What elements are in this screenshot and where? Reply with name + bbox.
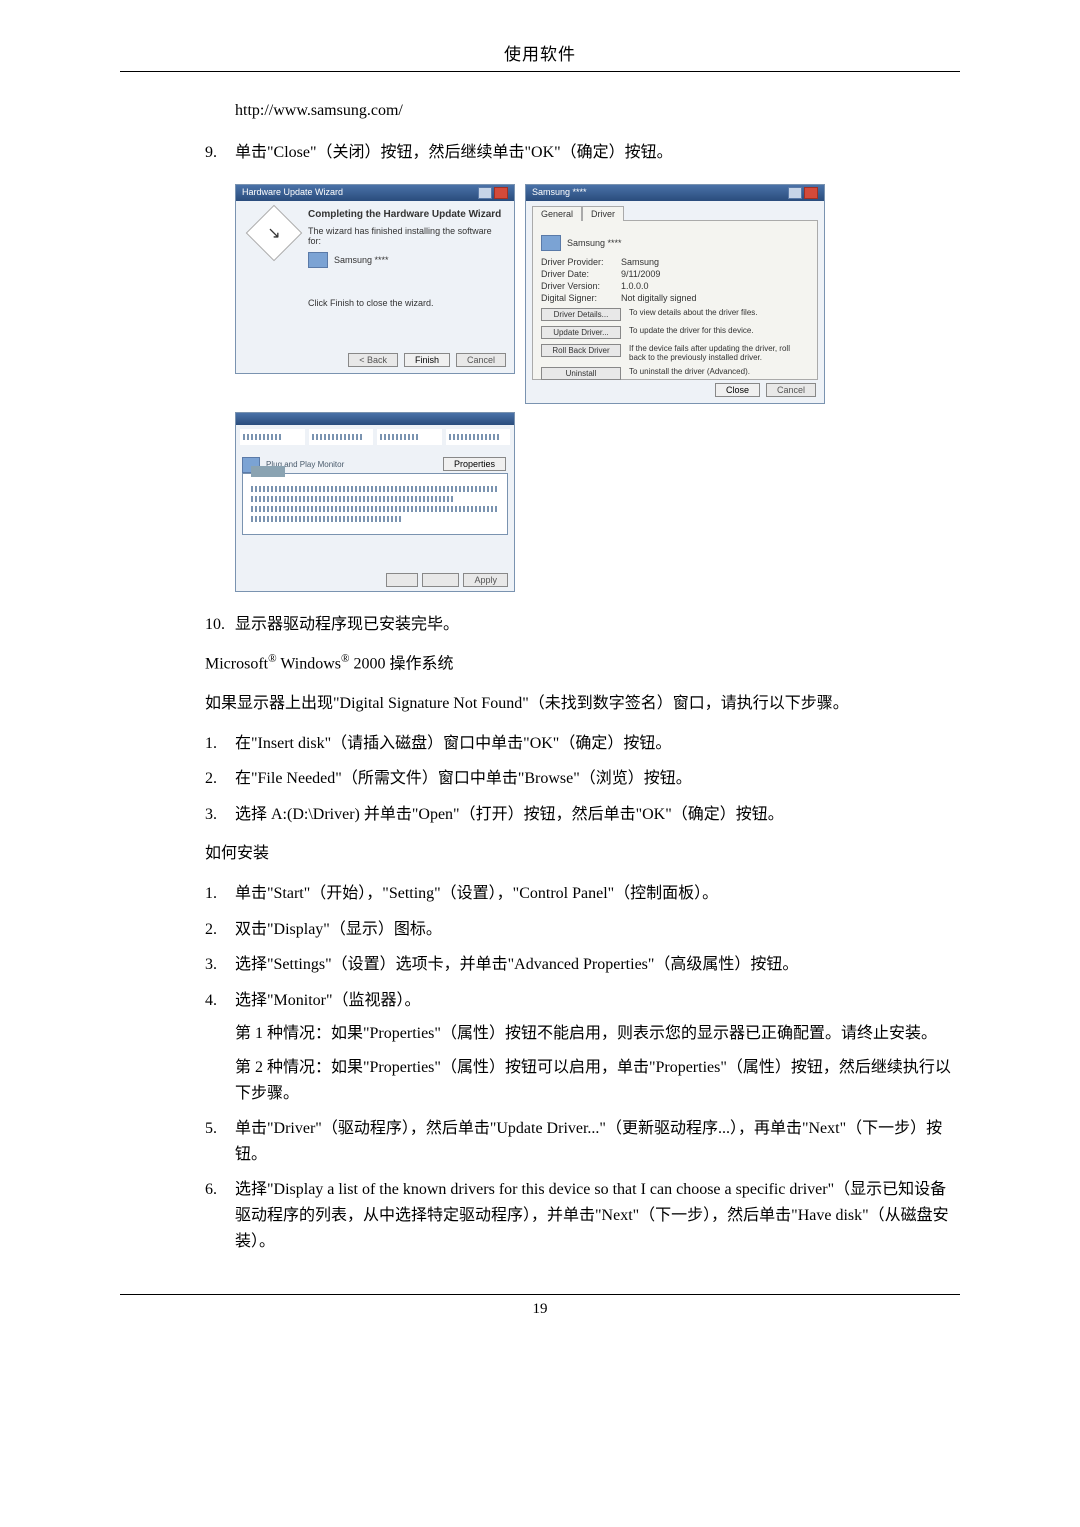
- step-item: 1. 在"Insert disk"（请插入磁盘）窗口中单击"OK"（确定）按钮。: [120, 731, 960, 757]
- tab-item: [240, 429, 305, 445]
- properties-button[interactable]: Properties: [443, 457, 506, 471]
- tab-item: [309, 429, 374, 445]
- step-number: 2.: [205, 766, 235, 792]
- dsnf-note: 如果显示器上出现"Digital Signature Not Found"（未找…: [205, 691, 960, 717]
- finish-button[interactable]: Finish: [404, 353, 450, 367]
- step-number: 9.: [205, 140, 235, 166]
- step-number: 3.: [205, 802, 235, 828]
- step-item: 9. 单击"Close"（关闭）按钮，然后继续单击"OK"（确定）按钮。: [120, 140, 960, 166]
- step-text: 选择 A:(D:\Driver) 并单击"Open"（打开）按钮，然后单击"OK…: [235, 802, 960, 828]
- step-item: 1. 单击"Start"（开始），"Setting"（设置），"Control …: [120, 881, 960, 907]
- prop-value: 1.0.0.0: [621, 281, 649, 291]
- tab-driver[interactable]: Driver: [582, 206, 624, 221]
- step-number: 10.: [205, 612, 235, 638]
- device-name: Samsung ****: [567, 238, 622, 248]
- back-button[interactable]: < Back: [348, 353, 398, 367]
- step-item: 5. 单击"Driver"（驱动程序），然后单击"Update Driver..…: [120, 1116, 960, 1167]
- close-button[interactable]: Close: [715, 383, 760, 397]
- step-number: 3.: [205, 952, 235, 978]
- download-url: http://www.samsung.com/: [235, 102, 960, 120]
- button-description: To uninstall the driver (Advanced).: [629, 367, 809, 376]
- screenshot-panel: Hardware Update Wizard ↘ Completing the …: [235, 184, 960, 592]
- step-text: 在"File Needed"（所需文件）窗口中单击"Browse"（浏览）按钮。: [235, 766, 960, 792]
- step-number: 1.: [205, 881, 235, 907]
- button-description: If the device fails after updating the d…: [629, 344, 809, 362]
- wizard-heading: Completing the Hardware Update Wizard: [308, 209, 506, 220]
- prop-value: 9/11/2009: [621, 269, 660, 279]
- prop-label: Driver Provider:: [541, 257, 621, 267]
- page-number: 19: [120, 1301, 960, 1318]
- help-icon: [478, 187, 492, 199]
- step-text: 在"Insert disk"（请插入磁盘）窗口中单击"OK"（确定）按钮。: [235, 731, 960, 757]
- tab-item: [446, 429, 511, 445]
- button-description: To update the driver for this device.: [629, 326, 809, 335]
- step-text: 单击"Driver"（驱动程序），然后单击"Update Driver..."（…: [235, 1116, 960, 1167]
- close-icon: [494, 187, 508, 199]
- monitor-icon: [541, 235, 561, 251]
- step-subtext: 第 2 种情况：如果"Properties"（属性）按钮可以启用，单击"Prop…: [235, 1055, 960, 1106]
- step-text: 单击"Close"（关闭）按钮，然后继续单击"OK"（确定）按钮。: [235, 140, 960, 166]
- step-text: 双击"Display"（显示）图标。: [235, 917, 960, 943]
- prop-label: Driver Version:: [541, 281, 621, 291]
- cancel-button[interactable]: Cancel: [766, 383, 816, 397]
- wizard-text: The wizard has finished installing the s…: [308, 226, 506, 246]
- step-text: 单击"Start"（开始），"Setting"（设置），"Control Pan…: [235, 881, 960, 907]
- step-item: 4. 选择"Monitor"（监视器）。 第 1 种情况：如果"Properti…: [120, 988, 960, 1106]
- step-number: 2.: [205, 917, 235, 943]
- step-item: 2. 双击"Display"（显示）图标。: [120, 917, 960, 943]
- uninstall-button[interactable]: Uninstall: [541, 367, 621, 380]
- step-number: 6.: [205, 1177, 235, 1254]
- driver-properties-dialog: Samsung **** General Driver Samsung ****: [525, 184, 825, 404]
- wizard-hint: Click Finish to close the wizard.: [308, 298, 506, 308]
- prop-value: Not digitally signed: [621, 293, 697, 303]
- header-divider: [120, 71, 960, 72]
- step-item: 3. 选择"Settings"（设置）选项卡，并单击"Advanced Prop…: [120, 952, 960, 978]
- tab-item: [377, 429, 442, 445]
- page-header: 使用软件: [120, 40, 960, 65]
- tab-general[interactable]: General: [532, 206, 582, 221]
- arrow-icon: ↘: [267, 223, 280, 243]
- prop-label: Digital Signer:: [541, 293, 621, 303]
- step-text: 选择"Monitor"（监视器）。: [235, 992, 421, 1009]
- driver-details-button[interactable]: Driver Details...: [541, 308, 621, 321]
- step-number: 4.: [205, 988, 235, 1106]
- titlebar: [236, 413, 514, 425]
- inner-group: [242, 473, 508, 535]
- step-item: 10. 显示器驱动程序现已安装完毕。: [120, 612, 960, 638]
- ok-button[interactable]: [386, 573, 418, 587]
- dialog-title: Samsung ****: [532, 187, 587, 199]
- step-number: 1.: [205, 731, 235, 757]
- howto-heading: 如何安装: [205, 841, 960, 867]
- cancel-button[interactable]: Cancel: [456, 353, 506, 367]
- step-item: 3. 选择 A:(D:\Driver) 并单击"Open"（打开）按钮，然后单击…: [120, 802, 960, 828]
- device-name: Samsung ****: [334, 255, 389, 265]
- monitor-icon: [308, 252, 328, 268]
- apply-button[interactable]: Apply: [463, 573, 508, 587]
- step-item: 6. 选择"Display a list of the known driver…: [120, 1177, 960, 1254]
- button-description: To view details about the driver files.: [629, 308, 809, 317]
- cancel-button[interactable]: [422, 573, 459, 587]
- step-item: 2. 在"File Needed"（所需文件）窗口中单击"Browse"（浏览）…: [120, 766, 960, 792]
- step-text: 选择"Settings"（设置）选项卡，并单击"Advanced Propert…: [235, 952, 960, 978]
- group-label: [251, 466, 285, 477]
- dialog-title: Hardware Update Wizard: [242, 187, 343, 199]
- monitor-adapter-dialog: Plug and Play Monitor Properties Ap: [235, 412, 515, 592]
- step-text: 选择"Display a list of the known drivers f…: [235, 1177, 960, 1254]
- step-subtext: 第 1 种情况：如果"Properties"（属性）按钮不能启用，则表示您的显示…: [235, 1021, 960, 1047]
- step-text: 显示器驱动程序现已安装完毕。: [235, 612, 960, 638]
- close-icon: [804, 187, 818, 199]
- footer-divider: [120, 1294, 960, 1295]
- prop-label: Driver Date:: [541, 269, 621, 279]
- wizard-icon: ↘: [246, 204, 303, 261]
- rollback-driver-button[interactable]: Roll Back Driver: [541, 344, 621, 357]
- step-number: 5.: [205, 1116, 235, 1167]
- hw-update-wizard-dialog: Hardware Update Wizard ↘ Completing the …: [235, 184, 515, 374]
- update-driver-button[interactable]: Update Driver...: [541, 326, 621, 339]
- help-icon: [788, 187, 802, 199]
- os-heading: Microsoft® Windows® 2000 操作系统: [205, 651, 960, 677]
- prop-value: Samsung: [621, 257, 659, 267]
